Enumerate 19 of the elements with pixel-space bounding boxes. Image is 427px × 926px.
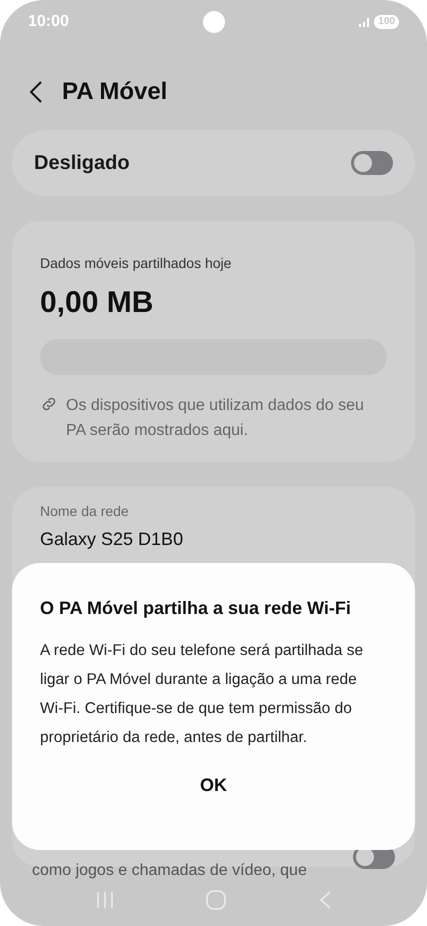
usage-amount: 0,00 MB [40,285,154,321]
network-name: Galaxy S25 D1B0 [40,528,184,551]
home-icon[interactable] [206,890,226,910]
camera-hole [203,11,226,33]
option-description: como jogos e chamadas de vídeo, que [32,861,307,881]
usage-label: Dados móveis partilhados hoje [40,254,232,273]
back-icon[interactable] [30,81,42,103]
page-title: PA Móvel [62,77,168,107]
signal-icon [359,17,372,27]
back-nav-icon[interactable] [318,891,331,909]
recent-apps-icon[interactable] [96,892,114,908]
network-name-label: Nome da rede [40,502,130,521]
dialog-title: O PA Móvel partilha a sua rede Wi-Fi [40,597,352,620]
dialog-message: A rede Wi-Fi do seu telefone será partilhada se ligar o PA Móvel durante a ligação a uma rede Wi-Fi. Certifique-se de que tem permissão do proprietário da rede, antes de partilhar. [40,641,364,748]
link-icon [40,395,58,413]
switch-label: Desligado [34,151,130,176]
toggle-switch[interactable] [351,151,393,175]
usage-note: Os dispositivos que utilizam dados do seu PA serão mostrados aqui. [66,396,365,441]
ok-button[interactable]: OK [180,768,247,803]
